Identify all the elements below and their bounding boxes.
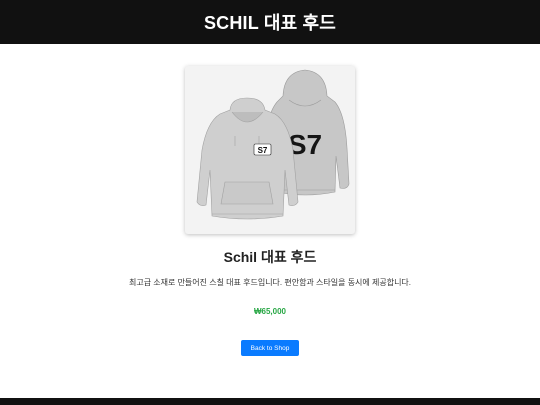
back-to-shop-button[interactable]: Back to Shop — [241, 340, 299, 356]
page-footer — [0, 398, 540, 405]
page-title: SCHIL 대표 후드 — [203, 13, 337, 33]
product-description: 최고급 소재로 만들어진 스칠 대표 후드입니다. 편안함과 스타일을 동시에 … — [128, 278, 412, 287]
product-title: Schil 대표 후드 — [223, 249, 317, 265]
product-price: ₩65,000 — [253, 307, 287, 316]
product-image: S7 S7 — [185, 66, 355, 234]
page-header: SCHIL 대표 후드 — [0, 0, 540, 44]
svg-text:S7: S7 — [258, 146, 268, 155]
hoodie-image-icon: S7 S7 — [196, 69, 350, 220]
